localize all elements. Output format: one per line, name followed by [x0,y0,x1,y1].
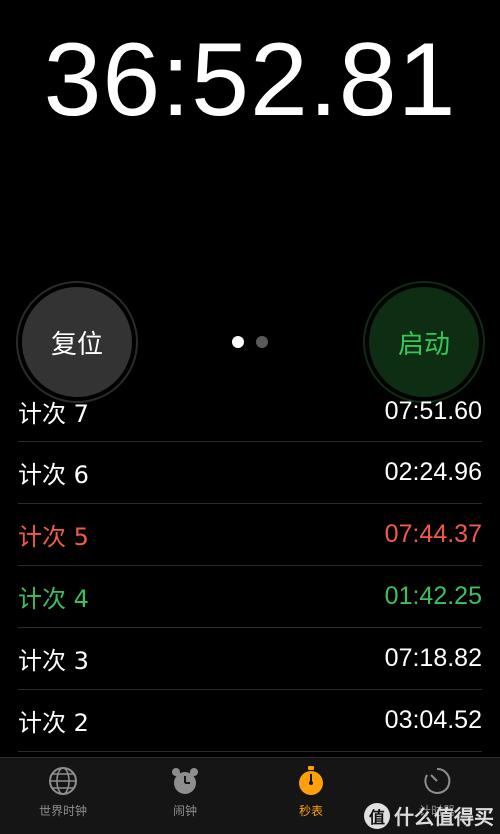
tab-bar: 世界时钟 闹钟 秒表 计时器 值 什么值得买 [0,757,500,834]
lap-time: 02:24.96 [384,458,482,486]
stopwatch-icon [299,766,323,795]
tab-label: 闹钟 [172,804,197,818]
lap-row: 计次 3 07:18.82 [18,628,482,690]
lap-row-fastest: 计次 4 01:42.25 [18,566,482,628]
lap-label: 计次 2 [18,709,89,737]
lap-label: 计次 5 [18,523,89,551]
reset-button[interactable]: 复位 [16,281,138,403]
watermark: 值 什么值得买 [364,801,494,830]
tab-world-clock[interactable]: 世界时钟 [8,764,118,819]
globe-icon [49,767,77,795]
lap-label: 计次 4 [18,585,89,613]
alarm-clock-icon [172,768,198,794]
lap-time: 07:44.37 [384,520,482,548]
tab-label: 世界时钟 [38,804,87,818]
lap-label: 计次 3 [18,647,89,675]
start-button[interactable]: 启动 [363,281,485,403]
lap-list[interactable]: 计次 7 07:51.60 计次 6 02:24.96 计次 5 07:44.3… [0,400,500,757]
lap-label: 计次 7 [18,400,89,428]
tab-stopwatch[interactable]: 秒表 [256,764,366,819]
lap-time: 07:18.82 [384,644,482,672]
lap-time: 01:42.25 [384,582,482,610]
lap-label: 计次 6 [18,461,89,489]
watermark-badge: 值 [364,802,390,829]
watermark-text: 什么值得买 [394,805,494,829]
lap-time: 03:04.52 [384,706,482,734]
tab-label: 秒表 [298,804,323,818]
page-indicator[interactable] [232,336,268,348]
start-button-label: 启动 [397,329,450,360]
page-dot-1[interactable] [232,336,244,348]
lap-row: 计次 6 02:24.96 [18,442,482,504]
tab-alarm[interactable]: 闹钟 [130,764,240,819]
lap-row-slowest: 计次 5 07:44.37 [18,504,482,566]
reset-button-label: 复位 [50,329,103,360]
stopwatch-display: 36:52.81 [43,22,457,138]
lap-row: 计次 7 07:51.60 [18,400,482,442]
lap-time: 07:51.60 [384,400,482,425]
page-dot-2[interactable] [256,336,268,348]
lap-row: 计次 2 03:04.52 [18,690,482,752]
timer-icon [424,767,451,794]
